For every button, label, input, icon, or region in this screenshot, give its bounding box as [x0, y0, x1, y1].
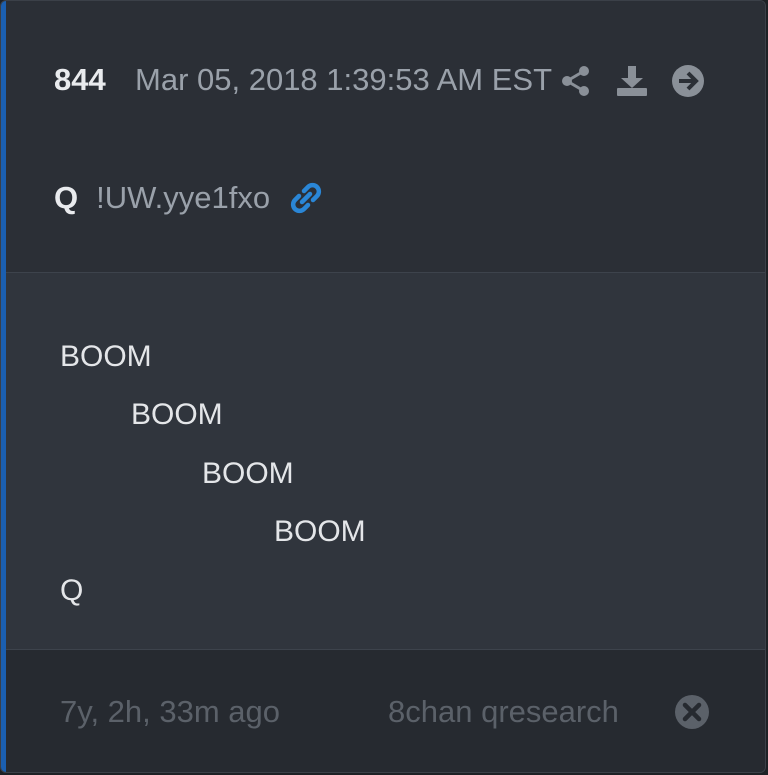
share-icon[interactable]	[558, 63, 594, 99]
close-circle-icon[interactable]	[674, 694, 710, 730]
body-line: BOOM	[202, 457, 294, 490]
body-line: BOOM	[131, 398, 223, 431]
post-timestamp: Mar 05, 2018 1:39:53 AM EST	[135, 62, 553, 97]
author-name: Q	[54, 180, 79, 215]
author-row: Q !UW.yye1fxo	[54, 177, 324, 219]
tripcode: !UW.yye1fxo	[96, 180, 271, 215]
post-source: 8chan qresearch	[388, 694, 619, 729]
post-actions	[558, 61, 706, 101]
post-footer: 7y, 2h, 33m ago 8chan qresearch	[6, 650, 765, 772]
body-line: BOOM	[60, 340, 152, 373]
arrow-right-circle-icon[interactable]	[670, 63, 706, 99]
post-card: 844 Mar 05, 2018 1:39:53 AM EST Q !UW.yy…	[0, 0, 766, 773]
post-number: 844	[54, 62, 106, 97]
post-body: BOOM BOOM BOOM BOOM Q	[6, 273, 765, 650]
body-line: BOOM	[274, 515, 366, 548]
body-line: Q	[60, 574, 84, 607]
link-icon[interactable]	[288, 180, 324, 216]
post-age: 7y, 2h, 33m ago	[60, 694, 281, 729]
post-header: 844 Mar 05, 2018 1:39:53 AM EST Q !UW.yy…	[6, 1, 765, 273]
download-icon[interactable]	[614, 63, 650, 99]
